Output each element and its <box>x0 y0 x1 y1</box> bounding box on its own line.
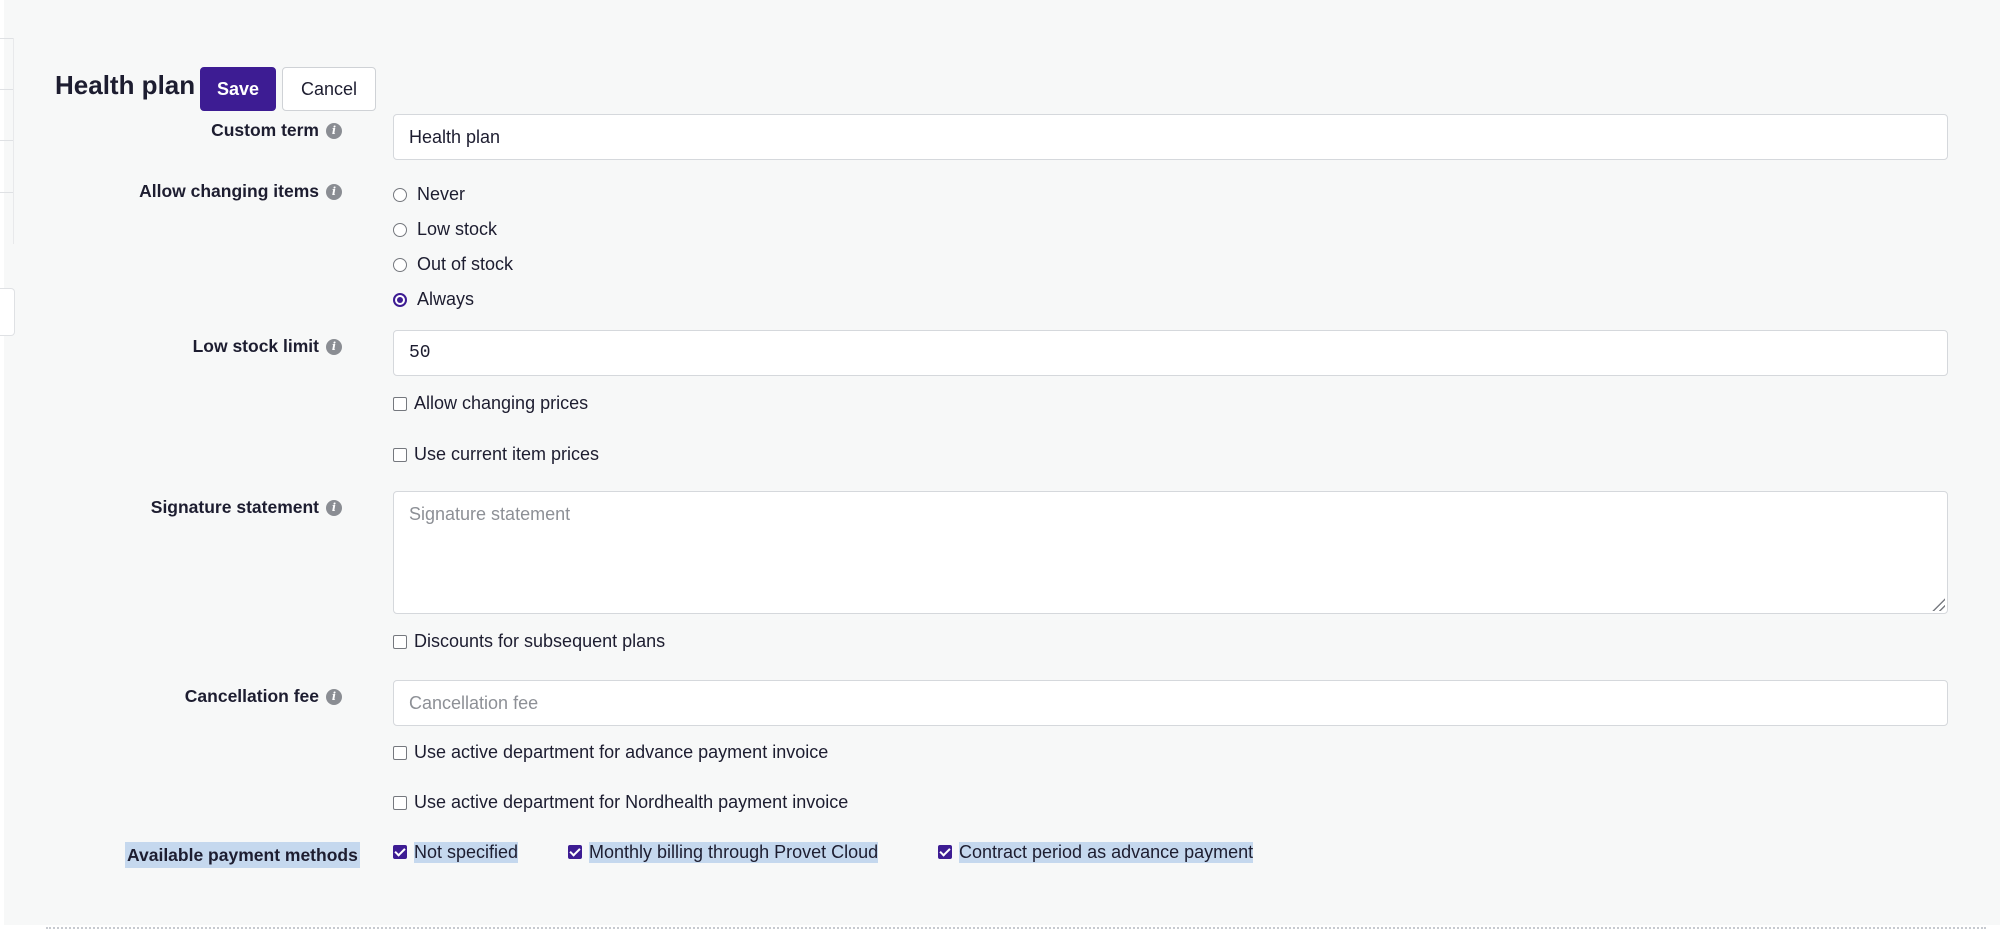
radio-label: Always <box>417 289 475 309</box>
low-stock-limit-label-text: Low stock limit <box>192 336 319 356</box>
save-button[interactable]: Save <box>200 67 276 111</box>
info-icon[interactable]: i <box>326 688 342 705</box>
info-icon[interactable]: i <box>326 338 342 355</box>
radio-button[interactable] <box>393 222 407 237</box>
active-dept-nordhealth-invoice-checkbox-row[interactable]: Use active department for Nordhealth pay… <box>393 792 848 813</box>
checkbox[interactable] <box>393 447 407 462</box>
sidebar-edge-divider <box>0 38 13 39</box>
signature-statement-textarea[interactable] <box>393 491 1948 614</box>
low-stock-limit-label: Low stock limit i <box>193 336 342 357</box>
radio-always[interactable]: Always <box>393 289 474 310</box>
checkbox-label: Not specified <box>414 841 519 863</box>
radio-low-stock[interactable]: Low stock <box>393 219 497 240</box>
allow-changing-prices-checkbox-row[interactable]: Allow changing prices <box>393 393 588 414</box>
radio-never[interactable]: Never <box>393 184 465 205</box>
signature-statement-label-text: Signature statement <box>150 497 319 517</box>
cancellation-fee-label: Cancellation fee i <box>185 686 342 707</box>
checkbox-checked[interactable] <box>393 845 407 859</box>
allow-changing-items-label-text: Allow changing items <box>139 181 319 201</box>
payment-method-not-specified[interactable]: Not specified <box>393 839 519 865</box>
checkbox[interactable] <box>393 396 407 411</box>
sidebar-edge-line <box>13 38 14 244</box>
payment-method-monthly-billing[interactable]: Monthly billing through Provet Cloud <box>568 839 879 865</box>
sidebar-edge-divider <box>0 140 13 141</box>
resize-grip-icon[interactable] <box>1931 597 1945 611</box>
sidebar-edge-divider <box>0 192 13 193</box>
checkbox-checked[interactable] <box>568 845 582 859</box>
signature-statement-label: Signature statement i <box>151 497 342 518</box>
sidebar-edge-box[interactable] <box>0 288 15 336</box>
radio-label: Never <box>417 184 466 204</box>
info-icon[interactable]: i <box>326 122 342 139</box>
radio-label: Out of stock <box>417 254 514 274</box>
checkbox[interactable] <box>393 634 407 649</box>
discounts-subsequent-plans-checkbox-row[interactable]: Discounts for subsequent plans <box>393 631 665 652</box>
cancel-button[interactable]: Cancel <box>282 67 376 111</box>
custom-term-label-text: Custom term <box>211 120 319 140</box>
custom-term-input[interactable] <box>393 114 1948 160</box>
allow-changing-items-label: Allow changing items i <box>139 181 342 202</box>
radio-out-of-stock[interactable]: Out of stock <box>393 254 513 275</box>
checkbox-checked[interactable] <box>938 845 952 859</box>
checkbox[interactable] <box>393 745 407 760</box>
active-dept-advance-invoice-checkbox-row[interactable]: Use active department for advance paymen… <box>393 742 828 763</box>
page-title: Health plan <box>55 70 196 100</box>
checkbox[interactable] <box>393 795 407 810</box>
checkbox-label: Allow changing prices <box>414 393 589 413</box>
checkbox-label: Monthly billing through Provet Cloud <box>589 841 879 863</box>
checkbox-label: Use current item prices <box>414 444 600 464</box>
payment-methods-label: Available payment methods <box>125 842 360 868</box>
low-stock-limit-input[interactable] <box>393 330 1948 376</box>
sidebar-edge-divider <box>0 89 13 90</box>
cancellation-fee-label-text: Cancellation fee <box>184 686 319 706</box>
radio-label: Low stock <box>417 219 498 239</box>
section-divider <box>46 927 1986 929</box>
checkbox-label: Use active department for Nordhealth pay… <box>414 792 849 812</box>
custom-term-label: Custom term i <box>211 120 342 141</box>
radio-button[interactable] <box>393 187 407 202</box>
payment-method-advance-payment[interactable]: Contract period as advance payment <box>938 839 1254 865</box>
info-icon[interactable]: i <box>326 499 342 516</box>
checkbox-label: Discounts for subsequent plans <box>414 631 666 651</box>
checkbox-label: Contract period as advance payment <box>959 841 1254 863</box>
cancellation-fee-input[interactable] <box>393 680 1948 726</box>
use-current-item-prices-checkbox-row[interactable]: Use current item prices <box>393 444 599 465</box>
info-icon[interactable]: i <box>326 183 342 200</box>
checkbox-label: Use active department for advance paymen… <box>414 742 829 762</box>
radio-button-selected[interactable] <box>393 292 407 307</box>
radio-button[interactable] <box>393 257 407 272</box>
